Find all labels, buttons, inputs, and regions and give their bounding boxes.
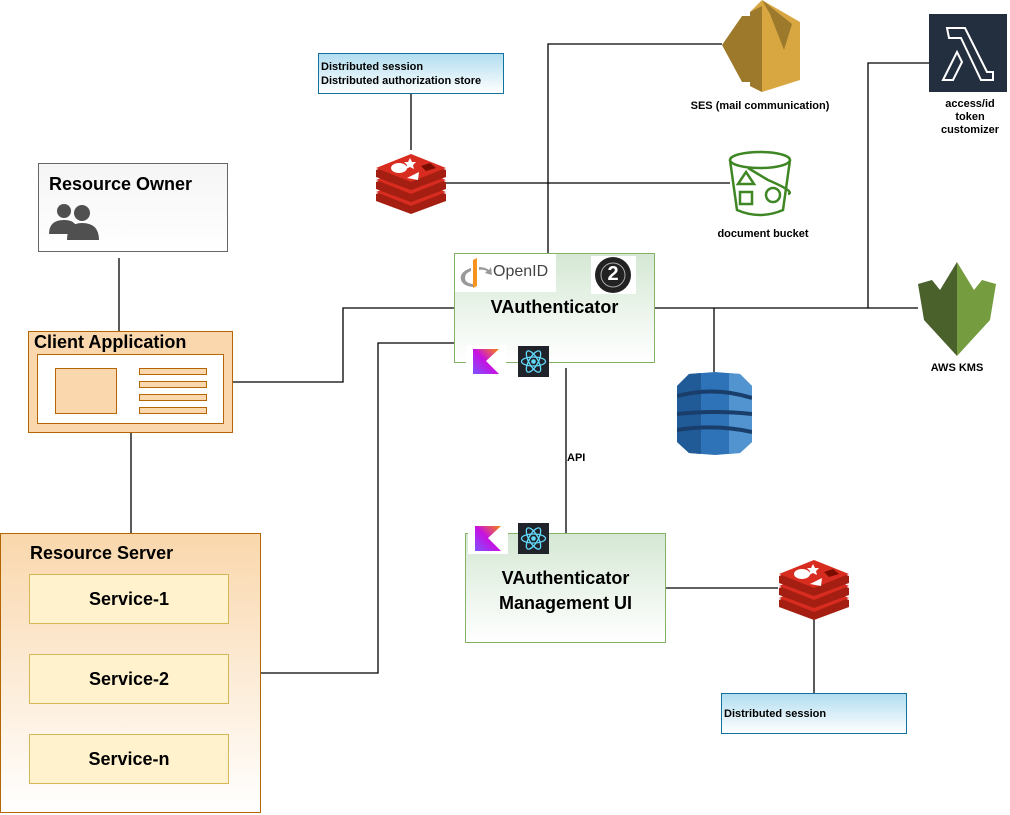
kms-label: AWS KMS: [930, 362, 984, 374]
lambda-label-line: token: [955, 111, 985, 123]
resource-server-title: Resource Server: [30, 543, 174, 563]
ses-label: SES (mail communication): [690, 100, 830, 112]
redis-icon: [777, 556, 851, 621]
management-ui-title-line: Management UI: [498, 593, 633, 613]
react-icon: [518, 523, 549, 554]
edge-client-vauth: [233, 307, 454, 383]
openid-text: OpenID: [493, 263, 549, 280]
kotlin-icon: [468, 522, 508, 554]
kotlin-icon: [466, 345, 506, 377]
service-box: Service-1: [29, 574, 229, 624]
lambda-icon: [929, 14, 1007, 92]
oauth2-logo: 2: [591, 256, 636, 294]
s3-bucket-icon: [728, 150, 798, 220]
openid-logo: OpenID: [455, 254, 556, 292]
kms-icon: [918, 262, 996, 356]
lambda-label-line: access/id: [945, 98, 995, 110]
note-line: Distributed authorization store: [321, 75, 482, 87]
resource-owner-box: Resource Owner: [38, 163, 228, 252]
resource-server-box: Resource Server Service-1 Service-2 Serv…: [0, 533, 261, 813]
note-line: Distributed session: [724, 708, 827, 720]
lambda-label-line: customizer: [940, 124, 1000, 136]
client-application-title: Client Application: [34, 332, 187, 352]
redis-top-note: Distributed session Distributed authoriz…: [318, 53, 504, 94]
service-box: Service-2: [29, 654, 229, 704]
vauthenticator-title: VAuthenticator: [490, 297, 619, 317]
management-ui-title-line: VAuthenticator: [501, 568, 630, 588]
lambda-label: access/id token customizer: [925, 98, 1010, 137]
s3-label: document bucket: [717, 228, 809, 240]
users-icon: [49, 202, 101, 240]
oauth2-text: 2: [607, 263, 619, 285]
redis-icon: [374, 150, 448, 215]
browser-window-icon: [37, 354, 224, 424]
note-line: Distributed session: [321, 61, 424, 73]
dynamodb-icon: [676, 372, 753, 455]
ses-icon: [722, 0, 802, 92]
redis-bottom-note: Distributed session: [721, 693, 907, 734]
edge-vauth-ses: [547, 43, 722, 253]
service-box: Service-n: [29, 734, 229, 784]
edge-rs-vauth: [261, 342, 454, 674]
resource-owner-title: Resource Owner: [49, 174, 193, 194]
api-label: API: [567, 452, 586, 464]
client-application-box: Client Application: [28, 331, 233, 433]
react-icon: [518, 346, 549, 377]
management-ui-title: VAuthenticator Management UI: [466, 566, 665, 616]
